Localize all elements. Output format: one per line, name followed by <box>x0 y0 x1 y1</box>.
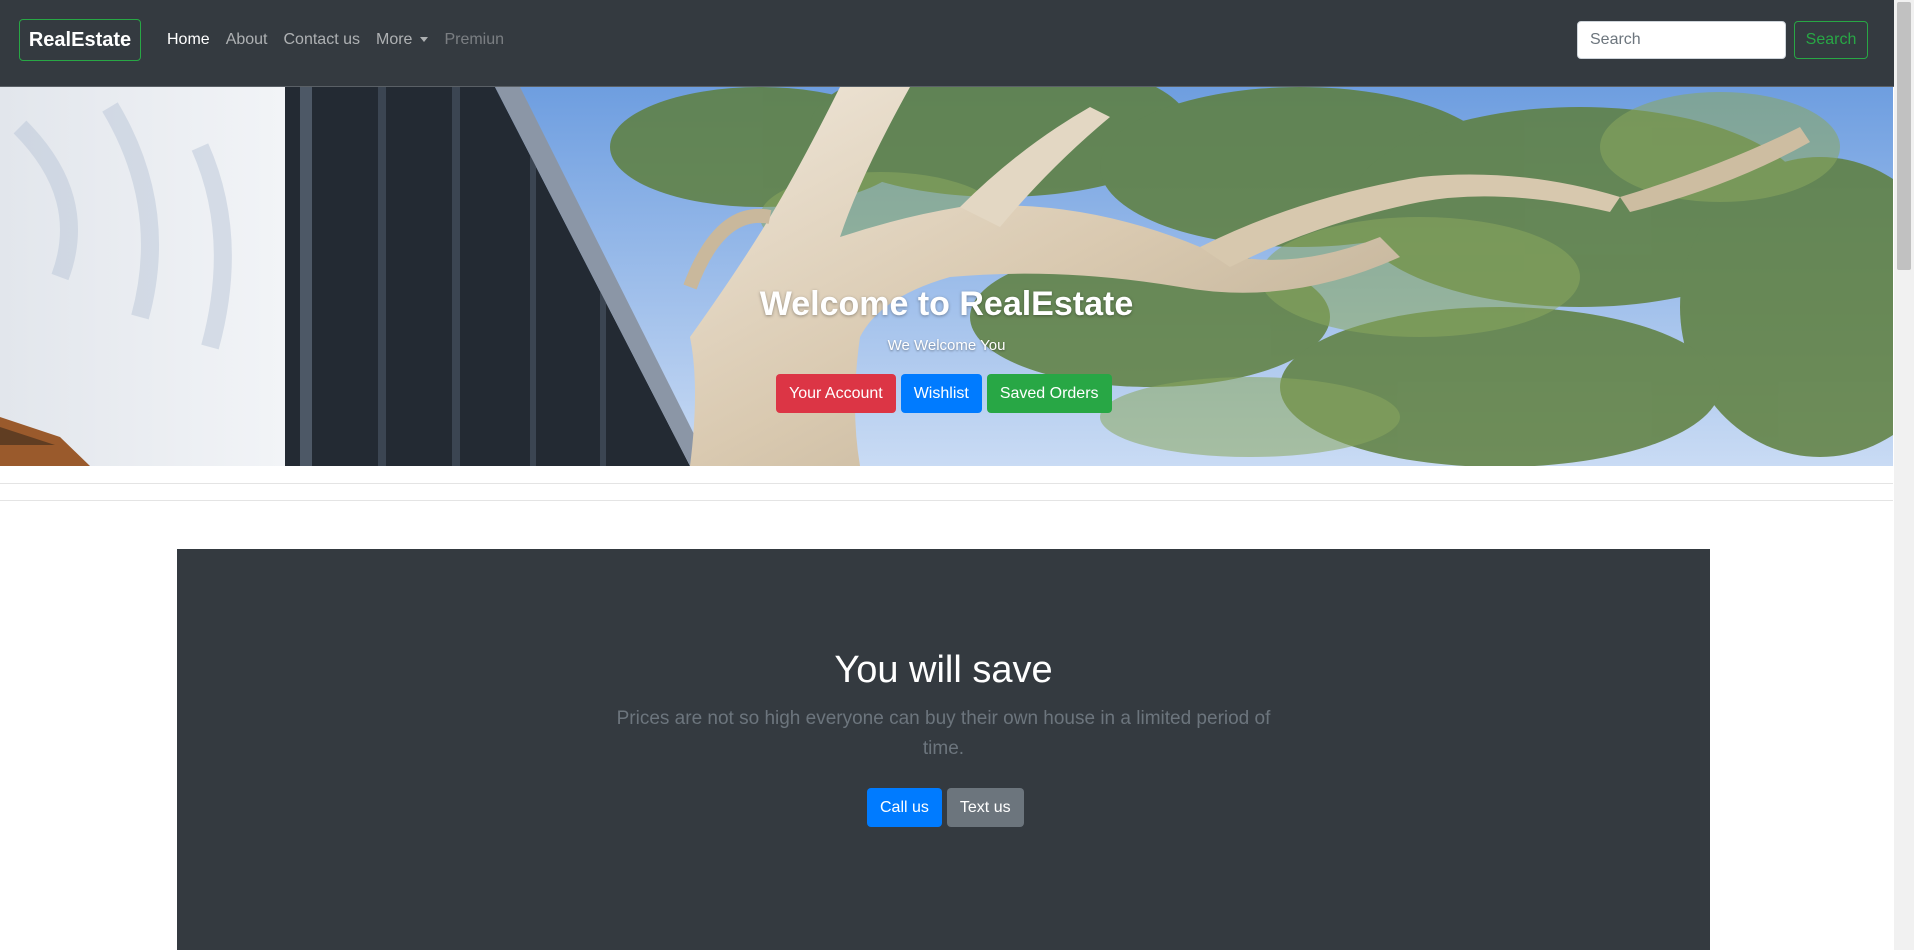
hero-subtitle: We Welcome You <box>887 337 1006 354</box>
jumbotron-buttons: Call us Text us <box>867 788 1024 827</box>
nav-link-home[interactable]: Home <box>167 29 210 51</box>
caret-down-icon <box>420 37 429 43</box>
text-us-button[interactable]: Text us <box>946 788 1024 827</box>
savings-jumbotron: You will save Prices are not so high eve… <box>177 549 1710 950</box>
nav-dropdown-more[interactable]: More <box>375 29 429 51</box>
nav-link-premium: Premiun <box>444 31 505 48</box>
brand-logo-link[interactable]: RealEstate <box>19 19 141 61</box>
search-button[interactable]: Search <box>1794 21 1868 59</box>
saved-orders-button[interactable]: Saved Orders <box>986 374 1112 413</box>
hero-title: Welcome to RealEstate <box>759 285 1134 323</box>
call-us-button[interactable]: Call us <box>867 788 942 827</box>
nav-links: Home About Contact us More Premiun <box>167 29 504 51</box>
hero-content: Welcome to RealEstate We Welcome You You… <box>0 87 1893 466</box>
hero-buttons: Your Account Wishlist Saved Orders <box>776 374 1112 413</box>
jumbotron-title: You will save <box>834 649 1053 691</box>
wishlist-button[interactable]: Wishlist <box>900 374 982 413</box>
divider <box>0 500 1893 501</box>
nav-link-contact[interactable]: Contact us <box>284 29 360 51</box>
nav-dropdown-more-label: More <box>375 31 413 48</box>
jumbotron-text: Prices are not so high everyone can buy … <box>616 708 1271 759</box>
top-navbar: RealEstate Home About Contact us More Pr… <box>0 0 1894 87</box>
your-account-button[interactable]: Your Account <box>776 374 896 413</box>
divider <box>0 483 1893 484</box>
hero-banner: Welcome to RealEstate We Welcome You You… <box>0 87 1893 466</box>
scrollbar-thumb[interactable] <box>1897 2 1911 270</box>
nav-link-about[interactable]: About <box>226 29 268 51</box>
search-input[interactable] <box>1577 21 1786 59</box>
vertical-scrollbar[interactable] <box>1894 0 1914 950</box>
